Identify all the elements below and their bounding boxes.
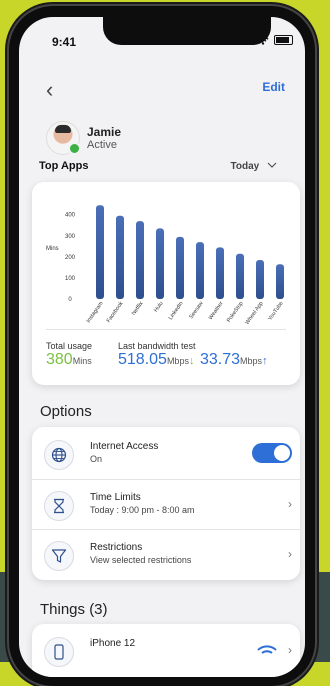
chart-divider [46,329,286,330]
online-status-dot [68,142,81,155]
y-tick-label: 300 [65,234,76,240]
download-speed: 518.05Mbps↓ [118,351,194,369]
globe-icon [44,440,74,470]
download-value: 518.05 [118,351,167,368]
upload-value: 33.73 [200,351,241,368]
bar-facebook [116,215,124,299]
chevron-right-icon: › [288,643,292,657]
option-time-limits[interactable]: Time Limits Today : 9:00 pm - 8:00 am › [32,479,300,530]
total-usage-unit: Mins [72,356,92,366]
things-card: iPhone 12 › [32,624,300,677]
y-axis-label: Mins [46,246,59,252]
upload-arrow-icon: ↑ [262,355,268,367]
bar-wheel-app [256,260,264,299]
x-tick-label: YouTube [267,301,284,322]
bar-netflix [136,221,144,299]
y-tick-label: 0 [68,297,72,303]
option-subtitle: Today : 9:00 pm - 8:00 am [90,505,195,515]
x-tick-label: Hulu [153,301,164,314]
user-status: Active [87,139,117,151]
user-name: Jamie [87,125,122,139]
period-dropdown[interactable]: Today [231,161,278,172]
top-apps-card: Mins 0 100 200 300 400 Instagram Facebook Netfli… [32,182,300,385]
bandwidth-label: Last bandwidth test [118,341,196,351]
filter-icon [44,541,74,571]
total-usage-label: Total usage [46,341,93,351]
x-tick-label: PokeStop [226,301,245,324]
bar-youtube [276,264,284,299]
option-restrictions[interactable]: Restrictions View selected restrictions … [32,529,300,580]
y-tick-label: 400 [65,213,76,219]
options-card: Internet Access On Time Limits Today : 9… [32,427,300,580]
option-subtitle: On [90,454,103,464]
chevron-down-icon [267,162,277,168]
notch [103,17,271,45]
x-tick-label: Wheel App [244,301,264,326]
total-usage-value: 380Mins [46,351,92,369]
chevron-right-icon: › [288,497,292,511]
upload-speed: 33.73Mbps↑ [200,351,268,369]
x-tick-label: LinkedIn [168,301,185,321]
thing-title: iPhone 12 [90,638,136,649]
y-tick-label: 100 [65,276,76,282]
back-chevron-icon[interactable]: ‹ [46,77,53,103]
x-tick-label: Facebook [106,301,125,324]
avatar-hair [55,125,71,133]
wifi-icon [257,645,277,654]
x-tick-label: Weather [208,301,225,322]
option-title: Internet Access [90,441,159,452]
option-title: Restrictions [90,542,143,553]
x-tick-label: Instagram [86,300,105,324]
edit-button[interactable]: Edit [262,80,285,94]
bar-seesaw [196,242,204,299]
avatar [46,121,81,155]
chevron-right-icon: › [288,547,292,561]
option-internet-access[interactable]: Internet Access On [32,429,300,479]
download-unit: Mbps [166,356,189,366]
y-tick-label: 200 [65,255,76,261]
options-title: Options [40,403,92,420]
upload-unit: Mbps [240,356,263,366]
bar-instagram [96,205,104,299]
bar-pokestop [236,253,244,299]
top-apps-title: Top Apps [39,160,89,172]
download-arrow-icon: ↓ [188,355,195,367]
bar-hulu [156,228,164,299]
status-time: 9:41 [52,35,77,49]
hourglass-icon [44,491,74,521]
option-subtitle: View selected restrictions [90,555,192,565]
x-tick-label: Seesaw [188,301,204,320]
battery-icon [274,35,293,45]
period-label: Today [230,161,260,172]
x-tick-label: Netflix [131,301,145,317]
top-apps-chart: Mins 0 100 200 300 400 Instagram Facebook Netfli… [46,205,285,326]
phone-screen: 9:41 ‹ Edit Jamie Active Top Apps Today … [19,17,305,677]
total-usage-number: 380 [46,351,73,368]
thing-iphone[interactable]: iPhone 12 › [32,626,300,676]
bar-linkedin [176,236,184,299]
things-title: Things (3) [40,601,108,618]
bar-weather [216,247,224,299]
internet-access-toggle[interactable] [252,443,292,463]
phone-icon [44,637,74,667]
option-title: Time Limits [90,492,141,503]
